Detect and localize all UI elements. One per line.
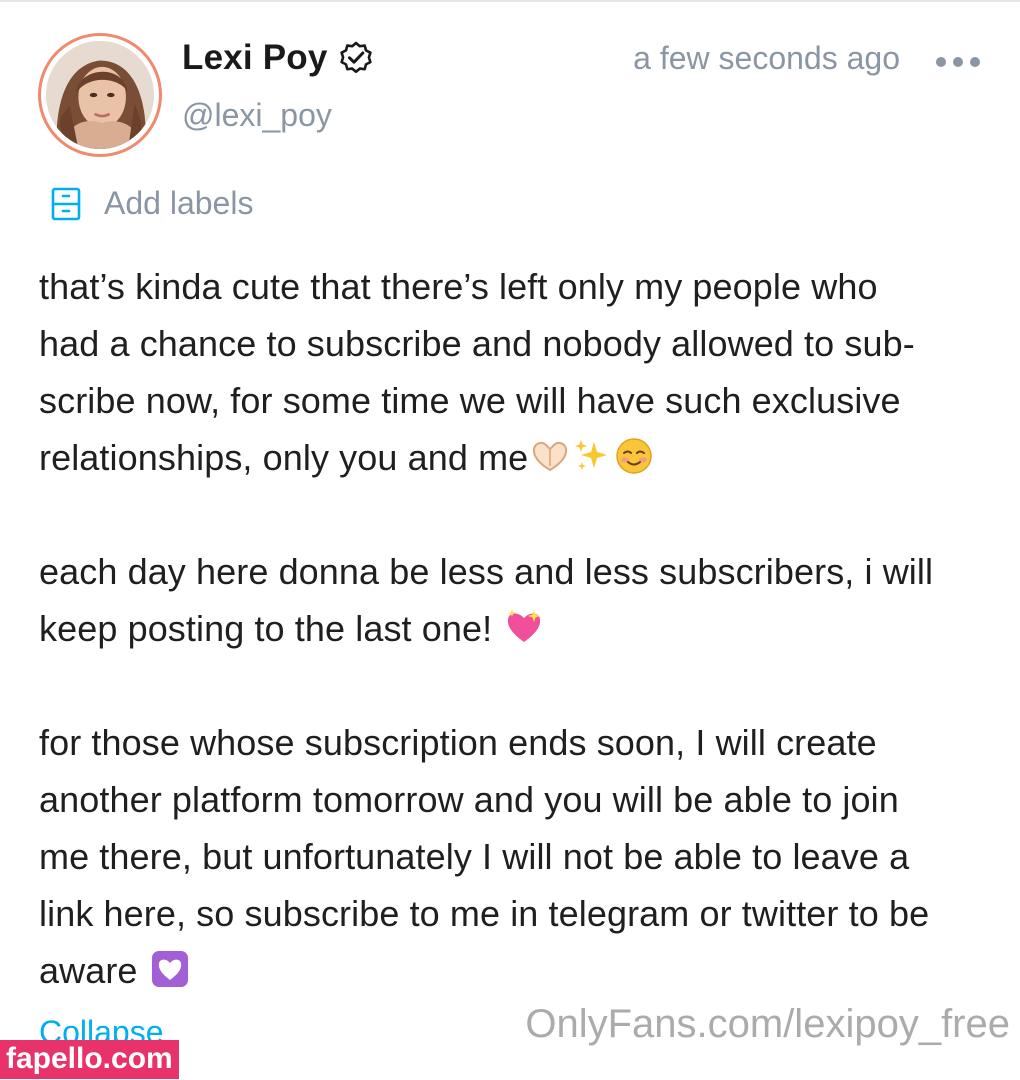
post-body: that’s kinda cute that there’s left only… — [39, 258, 999, 999]
sparkling-heart-emoji — [504, 607, 544, 647]
post-line-with-emoji: relationships, only you and me — [39, 429, 999, 486]
add-labels-label: Add labels — [104, 185, 254, 221]
purple-heart-emoji — [150, 949, 190, 989]
more-options-button[interactable] — [936, 52, 980, 72]
post-line: each day here donna be less and less sub… — [39, 551, 934, 592]
post-paragraph: for those whose subscription ends soon, … — [39, 714, 999, 999]
top-divider — [0, 0, 1020, 2]
post-line-with-emoji: aware — [39, 942, 999, 999]
post-line: had a chance to subscribe and nobody all… — [39, 323, 915, 364]
add-labels-button[interactable]: Add labels — [50, 185, 253, 222]
post-line: another platform tomorrow and you will b… — [39, 779, 899, 820]
label-icon — [51, 187, 81, 220]
post-line: that’s kinda cute that there’s left only… — [39, 266, 878, 307]
onlyfans-watermark: OnlyFans.com/lexipoy_free — [525, 1002, 1010, 1046]
verified-badge-icon — [339, 41, 372, 74]
post-line: keep posting to the last one! — [39, 608, 493, 649]
sparkles-emoji — [572, 436, 612, 476]
fapello-watermark: fapello.com — [0, 1040, 179, 1079]
author-avatar[interactable] — [38, 33, 162, 157]
post-line: me there, but unfortunately I will not b… — [39, 836, 910, 877]
avatar-photo — [46, 41, 154, 149]
author-handle[interactable]: @lexi_poy — [182, 97, 332, 134]
more-dots-icon — [936, 57, 946, 67]
smiling-face-emoji — [614, 436, 654, 476]
post-line: for those whose subscription ends soon, … — [39, 722, 877, 763]
post-paragraph: each day here donna be less and less sub… — [39, 543, 999, 657]
more-dots-icon — [953, 57, 963, 67]
post-line: link here, so subscribe to me in telegra… — [39, 893, 930, 934]
post-line: scribe now, for some time we will have s… — [39, 380, 901, 421]
author-name-row: Lexi Poy — [182, 38, 374, 78]
post-paragraph: that’s kinda cute that there’s left only… — [39, 258, 999, 486]
heart-hands-emoji — [530, 436, 570, 476]
author-display-name[interactable]: Lexi Poy — [182, 38, 328, 78]
post-line-with-emoji: keep posting to the last one! — [39, 600, 999, 657]
post-line: relationships, only you and me — [39, 437, 529, 478]
post-line: aware — [39, 950, 138, 991]
post-timestamp: a few seconds ago — [633, 40, 900, 76]
more-dots-icon — [970, 57, 980, 67]
